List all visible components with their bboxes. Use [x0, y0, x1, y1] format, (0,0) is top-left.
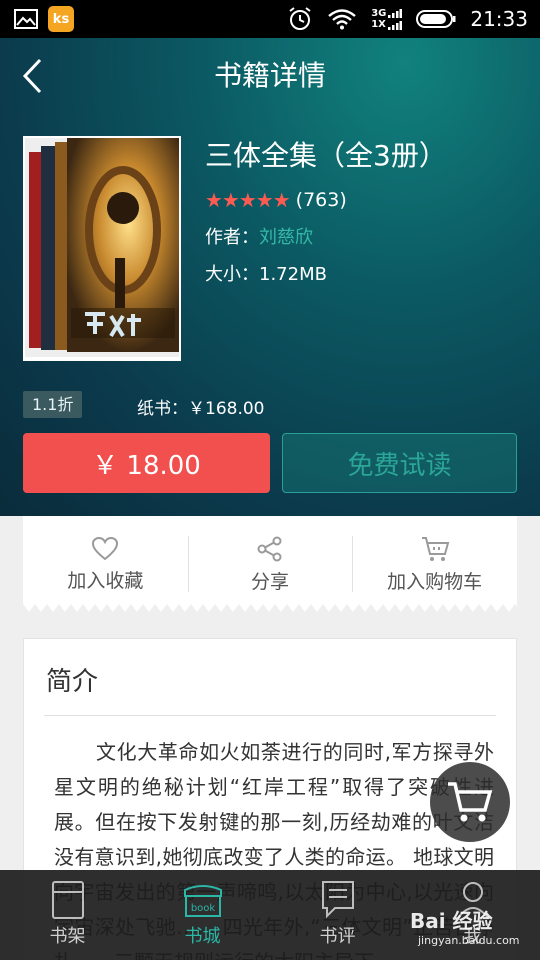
size-label: 大小： — [205, 264, 259, 285]
share-icon — [257, 536, 282, 561]
tab-bookshelf[interactable]: 书架 — [0, 870, 135, 960]
watermark-sub: jingyan.baidu.com — [418, 934, 520, 947]
cart-icon — [421, 536, 449, 561]
share-button[interactable]: 分享 — [187, 516, 353, 612]
author-row: 作者：刘慈欣 — [205, 223, 313, 249]
buy-button[interactable]: ￥ 18.00 — [23, 433, 270, 493]
chevron-left-icon — [22, 58, 42, 94]
tab-bookstore-label: 书城 — [184, 926, 221, 947]
book-header-panel: 书籍详情 三体全集（全3册） ★★★★★ (763) 作者：刘慈欣 大小：1.7… — [0, 38, 540, 516]
clock: 21:33 — [470, 7, 528, 31]
author-label: 作者： — [205, 227, 259, 248]
review-icon — [321, 881, 354, 919]
paper-price: 纸书：￥168.00 — [137, 394, 264, 419]
file-size-row: 大小：1.72MB — [205, 260, 327, 286]
paper-price-label: 纸书： — [137, 399, 188, 419]
tab-reviews[interactable]: 书评 — [270, 870, 405, 960]
torn-edge-divider — [23, 604, 517, 616]
tab-bookstore[interactable]: book 书城 — [135, 870, 270, 960]
rating: ★★★★★ (763) — [205, 188, 347, 212]
author-link[interactable]: 刘慈欣 — [259, 227, 313, 248]
wifi-icon — [328, 9, 356, 30]
rating-count: (763) — [295, 189, 347, 211]
gallery-icon — [14, 9, 38, 29]
intro-title: 简介 — [46, 667, 99, 697]
tab-reviews-label: 书评 — [319, 926, 356, 947]
watermark-main: Bai 经验 — [410, 909, 493, 933]
bookstore-icon: book — [183, 885, 222, 917]
cart-icon — [448, 782, 493, 822]
signal-icon — [388, 9, 403, 30]
title-bar: 书籍详情 — [0, 38, 540, 110]
network-type-bottom: 1X — [371, 19, 386, 30]
add-favorite-label: 加入收藏 — [67, 569, 144, 592]
status-bar: ks 3G 1X 21:33 — [0, 0, 540, 38]
app-badge-icon: ks — [48, 6, 74, 32]
action-bar: 加入收藏 分享 加入购物车 — [23, 516, 517, 612]
paper-price-value: ￥168.00 — [188, 399, 265, 419]
size-value: 1.72MB — [259, 264, 327, 285]
book-cover-art — [25, 138, 179, 357]
battery-icon — [416, 10, 456, 28]
network-type-top: 3G — [371, 8, 387, 19]
tab-bookshelf-label: 书架 — [49, 926, 86, 947]
discount-badge: 1.1折 — [23, 391, 83, 418]
star-rating-icon: ★★★★★ — [205, 188, 291, 212]
intro-divider — [44, 715, 496, 716]
alarm-icon — [289, 7, 311, 30]
share-label: 分享 — [251, 570, 290, 593]
page-title: 书籍详情 — [213, 59, 326, 92]
free-trial-button[interactable]: 免费试读 — [282, 433, 517, 493]
heart-icon — [92, 536, 119, 560]
add-favorite-button[interactable]: 加入收藏 — [23, 516, 188, 612]
back-button[interactable] — [16, 56, 52, 96]
book-title: 三体全集（全3册） — [205, 139, 447, 172]
add-to-cart-label: 加入购物车 — [387, 570, 483, 593]
floating-cart-button[interactable] — [430, 762, 510, 842]
baidu-jingyan-watermark: Bai 经验 jingyan.baidu.com — [410, 905, 520, 947]
svg-text:book: book — [190, 903, 215, 914]
book-cover — [23, 136, 181, 361]
add-to-cart-button[interactable]: 加入购物车 — [352, 516, 517, 612]
bookshelf-icon — [51, 881, 84, 919]
